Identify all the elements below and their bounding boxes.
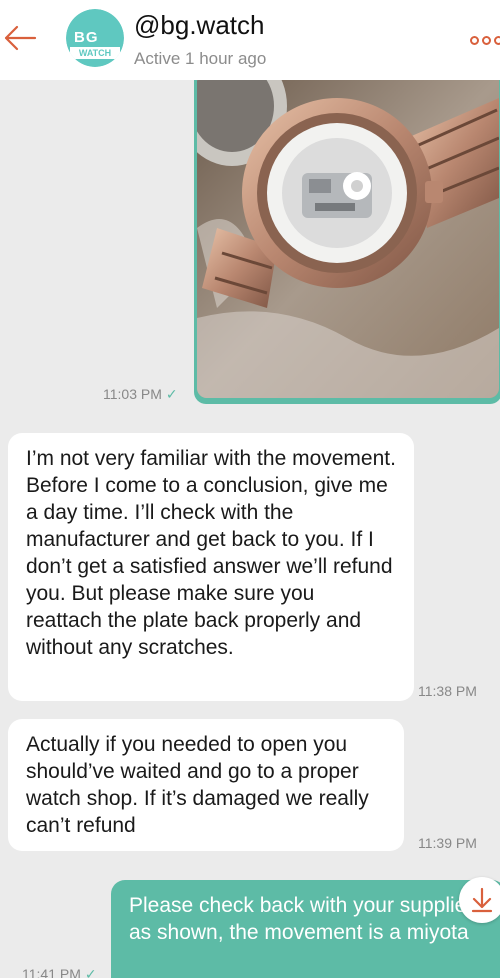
message-timestamp: 11:38 PM: [418, 683, 477, 699]
incoming-message-bubble[interactable]: Actually if you needed to open you shoul…: [8, 719, 404, 851]
download-button[interactable]: [459, 877, 500, 923]
watch-photo: [197, 78, 499, 398]
avatar-logo-text: BG: [74, 29, 99, 46]
outgoing-message-bubble[interactable]: Please check back with your supplier as …: [111, 880, 500, 978]
message-text: I’m not very familiar with the movement.…: [26, 447, 396, 659]
download-arrow-icon: [471, 887, 493, 913]
avatar[interactable]: BG WATCH: [66, 9, 124, 67]
contact-username[interactable]: @bg.watch: [134, 10, 264, 41]
more-dots-icon: [470, 35, 479, 45]
message-timestamp: 11:03 PM ✓: [103, 386, 178, 402]
contact-status: Active 1 hour ago: [134, 49, 267, 68]
avatar-logo-subtext: WATCH: [78, 48, 112, 58]
more-options-button[interactable]: [470, 30, 500, 50]
arrow-left-icon: [4, 25, 37, 51]
message-timestamp: 11:41 PM ✓: [22, 966, 97, 978]
incoming-message-bubble[interactable]: I’m not very familiar with the movement.…: [8, 433, 414, 701]
image-message[interactable]: [194, 78, 500, 404]
message-timestamp: 11:39 PM: [418, 835, 477, 851]
read-check-icon: ✓: [84, 966, 97, 978]
back-button[interactable]: [2, 20, 38, 56]
chat-header: BG WATCH @bg.watch Active 1 hour ago: [0, 0, 500, 80]
message-text: Actually if you needed to open you shoul…: [26, 733, 369, 837]
read-check-icon: ✓: [165, 386, 178, 402]
message-text: Please check back with your supplier as …: [129, 894, 474, 944]
